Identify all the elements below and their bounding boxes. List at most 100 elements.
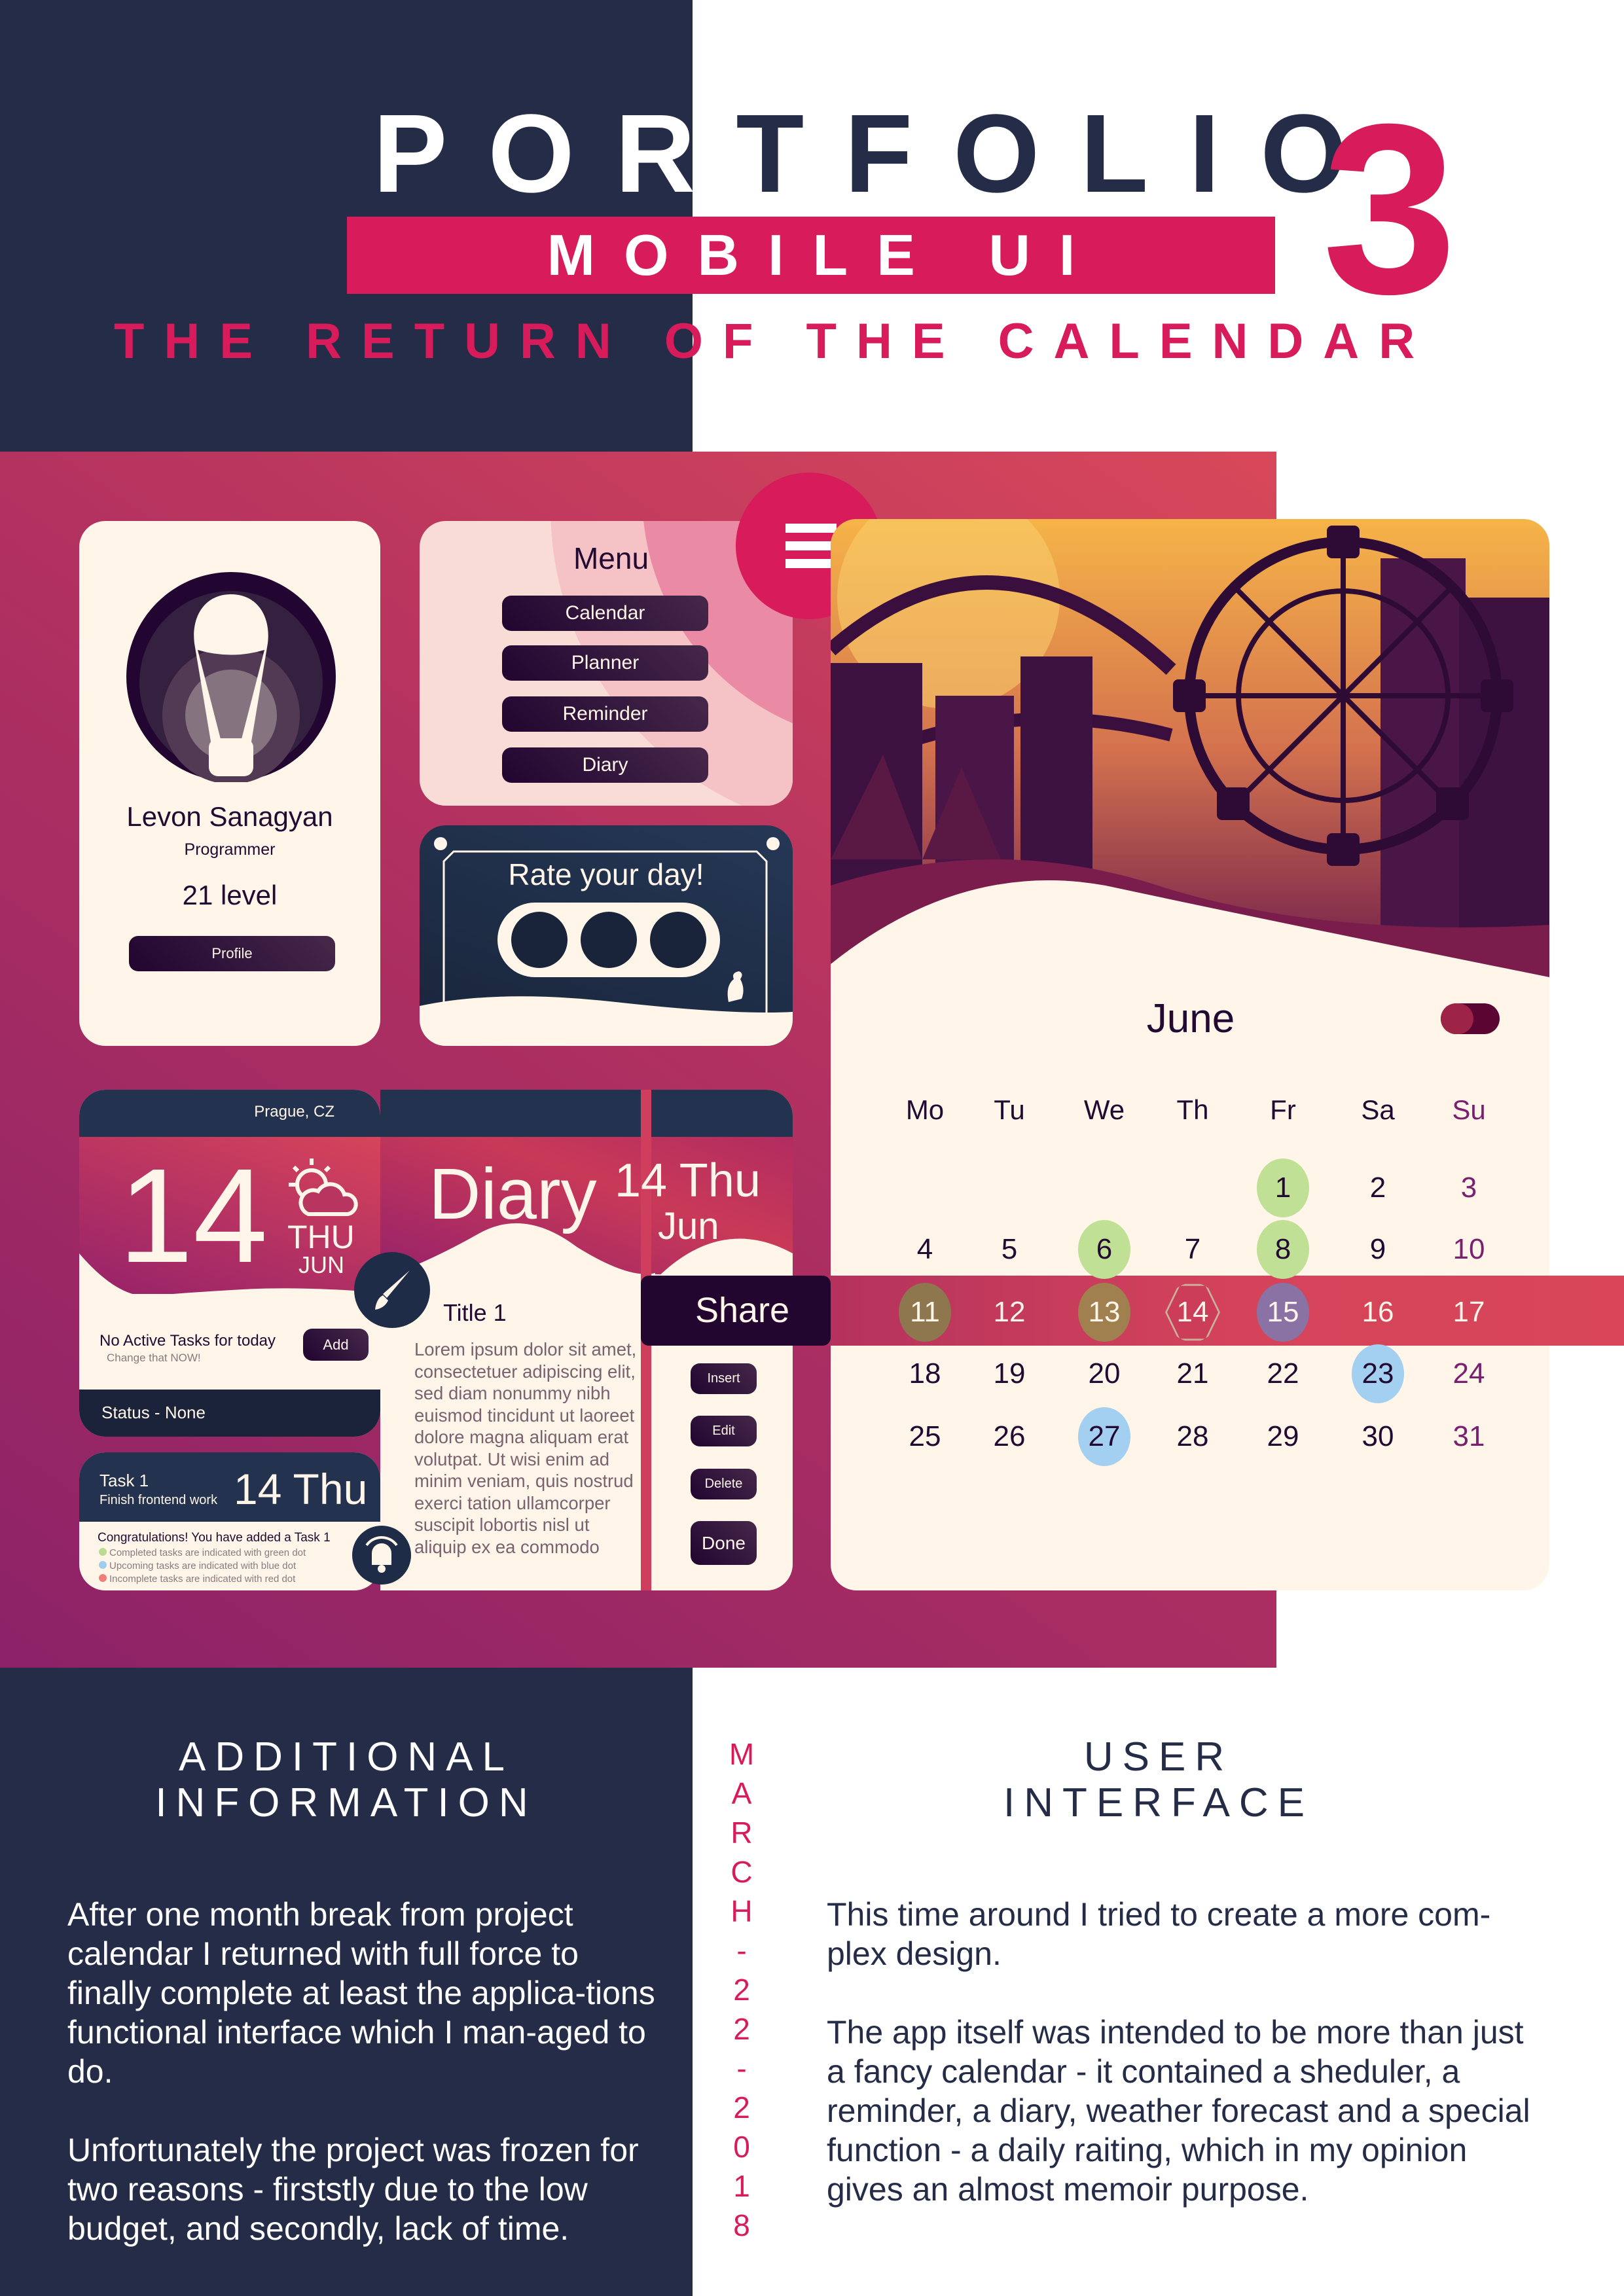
profile-role: Programmer <box>184 840 276 859</box>
calendar-day[interactable]: 4 <box>899 1220 951 1279</box>
subtitle-bar: MOBILE UI <box>347 217 1275 294</box>
calendar-day[interactable]: 21 <box>1166 1344 1219 1403</box>
profile-name: Levon Sanagyan <box>126 801 333 832</box>
task-congrats: Congratulations! You have added a Task 1 <box>98 1531 331 1545</box>
calendar-day[interactable]: 24 <box>1443 1344 1495 1403</box>
calendar-day[interactable]: 23 <box>1352 1344 1404 1403</box>
date-char: - <box>736 2051 747 2085</box>
portfolio-number: 3 <box>1322 74 1457 344</box>
additional-info-text: After one month break from project calen… <box>67 1896 655 2247</box>
portfolio-title: PORTFOLIO <box>373 92 1388 216</box>
calendar-day[interactable]: 30 <box>1352 1407 1404 1466</box>
date-char: R <box>731 1816 753 1850</box>
done-button[interactable]: Done <box>691 1521 757 1565</box>
legend-item: Completed tasks are indicated with green… <box>99 1547 306 1560</box>
calendar-day[interactable]: 1 <box>1257 1158 1309 1217</box>
calendar-day[interactable]: 18 <box>899 1344 951 1403</box>
calendar-toggle[interactable] <box>1441 1003 1500 1034</box>
share-button[interactable]: Share <box>641 1276 831 1346</box>
calendar-day[interactable]: 10 <box>1443 1220 1495 1279</box>
vertical-date: MARCH - 2 2 - 2 0 1 8 <box>725 1734 758 2245</box>
calendar-day[interactable]: 9 <box>1352 1220 1404 1279</box>
task-date: 14 Thu <box>234 1465 368 1513</box>
tasks-status-text: No Active Tasks for today <box>99 1332 276 1350</box>
calendar-day[interactable]: 15 <box>1257 1283 1309 1342</box>
calendar-day[interactable]: 25 <box>899 1407 951 1466</box>
calendar-day[interactable]: 3 <box>1443 1158 1495 1217</box>
rate-title: Rate your day! <box>508 857 704 891</box>
partly-cloudy-icon <box>289 1158 358 1216</box>
edit-button[interactable]: Edit <box>691 1416 757 1446</box>
paint-brush-button[interactable] <box>354 1252 430 1328</box>
weather-card: Prague, CZ 14 THU JUN No Active Tasks fo… <box>79 1090 380 1437</box>
calendar-day[interactable]: 16 <box>1352 1283 1404 1342</box>
calendar-day[interactable]: 20 <box>1078 1344 1130 1403</box>
menu-item-reminder[interactable]: Reminder <box>502 696 708 732</box>
legend-item: Incomplete tasks are indicated with red … <box>99 1573 306 1586</box>
calendar-day[interactable]: 2 <box>1352 1158 1404 1217</box>
delete-button[interactable]: Delete <box>691 1469 757 1499</box>
calendar-day[interactable]: 19 <box>983 1344 1036 1403</box>
weekday-su: Su <box>1452 1094 1486 1125</box>
menu-item-planner[interactable]: Planner <box>502 645 708 681</box>
calendar-day[interactable]: 22 <box>1257 1344 1309 1403</box>
additional-info-title: ADDITIONAL INFORMATION <box>155 1734 537 1825</box>
legend-item: Upcoming tasks are indicated with blue d… <box>99 1560 306 1573</box>
calendar-day[interactable]: 12 <box>983 1283 1036 1342</box>
calendar-day[interactable]: 28 <box>1166 1407 1219 1466</box>
balloon-avatar-icon <box>126 572 336 782</box>
diary-month: Jun <box>658 1205 719 1247</box>
task-legend: Completed tasks are indicated with green… <box>99 1547 306 1586</box>
reminder-bell-button[interactable] <box>352 1526 411 1585</box>
date-char: 8 <box>733 2208 750 2242</box>
weekday-sa: Sa <box>1361 1094 1395 1125</box>
task-title: Task 1 <box>99 1471 149 1490</box>
diary-body[interactable]: Lorem ipsum dolor sit amet, consectetuer… <box>414 1338 643 1558</box>
date-char: C <box>731 1855 753 1889</box>
diary-title: Diary <box>429 1154 597 1234</box>
status-dot-icon <box>99 1561 107 1569</box>
user-interface-title: USER INTERFACE <box>1003 1734 1314 1825</box>
status-dot-icon <box>99 1548 107 1556</box>
calendar-day[interactable]: 8 <box>1257 1220 1309 1279</box>
rating-selector[interactable] <box>526 926 722 985</box>
calendar-day[interactable]: 27 <box>1078 1407 1130 1466</box>
insert-button[interactable]: Insert <box>691 1363 757 1394</box>
weather-day: 14 <box>118 1141 268 1291</box>
weekday-th: Th <box>1176 1094 1209 1125</box>
diary-entry-title[interactable]: Title 1 <box>443 1299 507 1327</box>
weather-location: Prague, CZ <box>254 1103 334 1121</box>
calendar-day[interactable]: 31 <box>1443 1407 1495 1466</box>
user-interface-text: This time around I tried to create a mor… <box>827 1896 1530 2208</box>
calendar-day[interactable]: 13 <box>1078 1283 1130 1342</box>
date-char: 2 <box>733 1973 750 2007</box>
weekday-tu: Tu <box>994 1094 1025 1125</box>
tagline: THE RETURN OF THE CALENDAR <box>114 314 1435 369</box>
calendar-day[interactable]: 5 <box>983 1220 1036 1279</box>
calendar-day[interactable]: 6 <box>1078 1220 1130 1279</box>
profile-level: 21 level <box>182 880 278 910</box>
diary-date: 14 Thu <box>615 1155 761 1207</box>
calendar-day[interactable]: 26 <box>983 1407 1036 1466</box>
calendar-day[interactable]: 7 <box>1166 1220 1219 1279</box>
profile-button[interactable]: Profile <box>129 936 335 971</box>
add-task-button[interactable]: Add <box>303 1329 369 1361</box>
date-char: A <box>731 1776 752 1810</box>
calendar-day[interactable]: 29 <box>1257 1407 1309 1466</box>
calendar-day[interactable]: 11 <box>899 1283 951 1342</box>
date-char: - <box>736 1933 747 1967</box>
weather-month: JUN <box>298 1251 344 1278</box>
status-text: Status - None <box>101 1403 206 1422</box>
date-char: H <box>731 1894 753 1928</box>
date-char: M <box>729 1737 755 1771</box>
menu-item-diary[interactable]: Diary <box>502 747 708 783</box>
weekday-mo: Mo <box>905 1094 945 1125</box>
menu-item-calendar[interactable]: Calendar <box>502 596 708 631</box>
calendar-day[interactable]: 17 <box>1443 1283 1495 1342</box>
weekday-we: We <box>1083 1094 1125 1125</box>
date-char: 2 <box>733 2090 750 2125</box>
status-dot-icon <box>99 1574 107 1582</box>
weather-weekday: THU <box>287 1219 355 1255</box>
rate-day-card: Rate your day! <box>420 825 793 1046</box>
date-char: 0 <box>733 2130 750 2164</box>
